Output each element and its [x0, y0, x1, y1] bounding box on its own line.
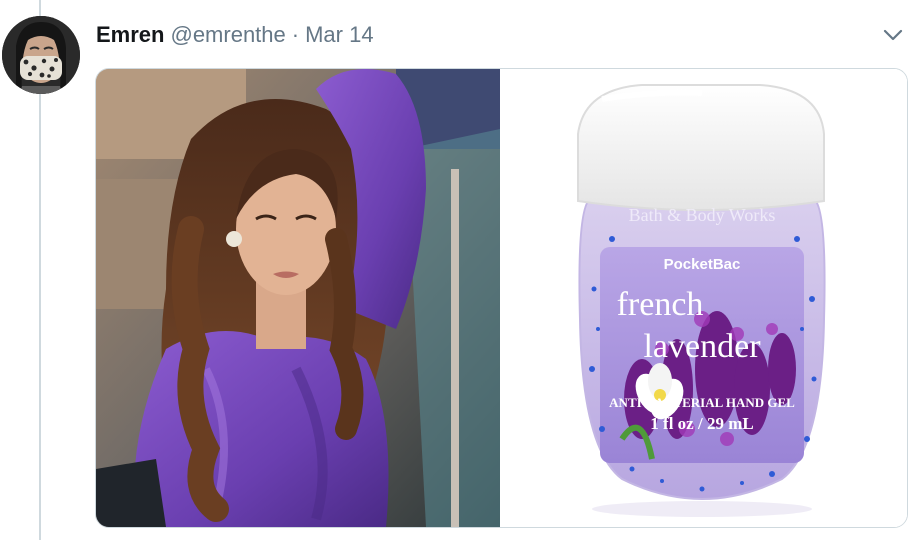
- tweet-menu-button[interactable]: [880, 22, 906, 48]
- photo-hand-sanitizer: Bath & Body Works PocketBac french laven…: [502, 69, 907, 527]
- avatar-icon: [2, 16, 80, 94]
- display-name[interactable]: Emren: [96, 22, 164, 48]
- separator-dot: ·: [291, 22, 300, 47]
- product-size: 1 fl oz / 29 mL: [650, 414, 753, 433]
- timestamp[interactable]: Mar 14: [305, 22, 373, 48]
- user-handle[interactable]: @emrenthe: [170, 22, 285, 48]
- product-line: PocketBac: [664, 256, 741, 273]
- avatar[interactable]: [2, 16, 80, 94]
- product-name-line1: french: [617, 286, 704, 323]
- chevron-down-icon: [883, 29, 903, 41]
- tweet-header: Emren @emrenthe · Mar 14: [96, 20, 374, 50]
- photo-right[interactable]: Bath & Body Works PocketBac french laven…: [502, 69, 907, 527]
- product-name-line2: lavender: [643, 328, 761, 365]
- media-grid: Bath & Body Works PocketBac french laven…: [95, 68, 908, 528]
- photo-woman-purple-dress: [96, 69, 500, 527]
- brand-emboss: Bath & Body Works: [629, 205, 776, 225]
- tweet[interactable]: Emren @emrenthe · Mar 14 Bath & Body Wor…: [0, 0, 924, 540]
- photo-left[interactable]: [96, 69, 502, 527]
- product-descriptor: ANTI-BACTERIAL HAND GEL: [609, 395, 795, 410]
